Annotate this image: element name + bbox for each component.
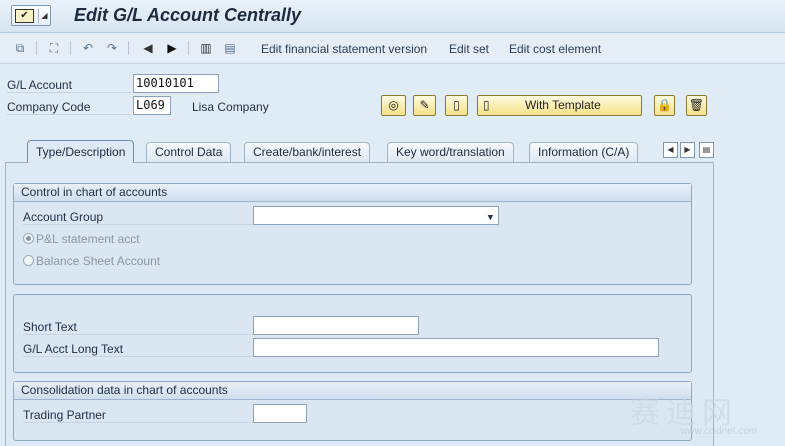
edit-set-button[interactable]: Edit set xyxy=(449,42,489,56)
long-text-field[interactable] xyxy=(253,338,659,357)
dropdown-arrow-icon[interactable]: ◢ xyxy=(38,9,50,23)
with-template-button[interactable]: ▯ With Template xyxy=(477,95,642,116)
radio-unselected-icon xyxy=(23,255,34,266)
long-text-label: G/L Acct Long Text xyxy=(23,342,253,357)
create-button[interactable]: ▯ xyxy=(445,95,468,116)
template-document-icon: ▯ xyxy=(483,98,490,112)
display-button[interactable]: ◎ xyxy=(381,95,406,116)
title-bar: ✔ ◢ Edit G/L Account Centrally xyxy=(0,0,785,33)
block-button[interactable]: 🔒 xyxy=(654,95,675,116)
hierarchy-icon[interactable]: ⛶ xyxy=(46,40,62,56)
company-code-field[interactable]: L069 xyxy=(133,96,171,115)
other-account-icon[interactable]: ⧉ xyxy=(12,40,28,56)
tab-list-icon[interactable]: ▤ xyxy=(699,142,714,158)
radio-balance-sheet[interactable]: Balance Sheet Account xyxy=(23,254,160,268)
command-field-toggle[interactable]: ✔ ◢ xyxy=(11,5,51,26)
tab-information-ca[interactable]: Information (C/A) xyxy=(529,142,639,162)
with-template-label: With Template xyxy=(524,98,601,112)
trading-partner-label: Trading Partner xyxy=(23,408,253,423)
edit-fs-version-button[interactable]: Edit financial statement version xyxy=(261,42,427,56)
watermark-url: www.ccidnet.com xyxy=(680,426,758,437)
tab-create-bank-interest[interactable]: Create/bank/interest xyxy=(244,142,371,162)
next-icon[interactable]: ▶ xyxy=(164,40,180,56)
toolbar-separator xyxy=(128,41,129,55)
tab-scroll-right-icon[interactable]: ▶ xyxy=(680,142,695,158)
previous-icon[interactable]: ◀ xyxy=(140,40,156,56)
account-group-select[interactable]: ▼ xyxy=(253,206,499,225)
delete-button[interactable]: 🗑 xyxy=(686,95,707,116)
application-toolbar: ⧉ ⛶ ↶ ↷ ◀ ▶ ▥ ▤ Edit financial statement… xyxy=(0,34,785,64)
tabstrip: Type/Description Control Data Create/ban… xyxy=(17,140,717,163)
radio-selected-icon xyxy=(23,233,34,244)
short-text-field[interactable] xyxy=(253,316,419,335)
control-group-title: Control in chart of accounts xyxy=(14,184,691,202)
account-group-label: Account Group xyxy=(23,210,253,225)
tab-scroll-left-icon[interactable]: ◀ xyxy=(663,142,678,158)
pencil-icon: ✎ xyxy=(419,98,430,112)
tab-type-description[interactable]: Type/Description xyxy=(27,140,135,163)
lock-icon: 🔒 xyxy=(657,98,672,112)
glasses-icon: ◎ xyxy=(388,98,399,112)
trash-icon: 🗑 xyxy=(688,98,705,112)
toolbar-separator xyxy=(188,41,189,55)
radio-pl-statement[interactable]: P&L statement acct xyxy=(23,232,140,246)
enter-check-icon[interactable]: ✔ xyxy=(15,9,34,23)
chevron-down-icon[interactable]: ▼ xyxy=(488,210,493,227)
short-text-label: Short Text xyxy=(23,320,253,335)
gl-account-field[interactable]: 10010101 xyxy=(133,74,219,93)
company-code-label: Company Code xyxy=(7,100,131,115)
edit-cost-element-button[interactable]: Edit cost element xyxy=(509,42,601,56)
edit-button[interactable]: ✎ xyxy=(413,95,436,116)
gl-account-label: G/L Account xyxy=(7,78,131,93)
undo-icon[interactable]: ↶ xyxy=(80,40,96,56)
document-icon[interactable]: ▤ xyxy=(222,40,238,56)
consolidation-group-title: Consolidation data in chart of accounts xyxy=(14,382,691,400)
redo-icon[interactable]: ↷ xyxy=(104,40,120,56)
toolbar-separator xyxy=(36,41,37,55)
company-name: Lisa Company xyxy=(192,100,269,114)
print-icon[interactable]: ▥ xyxy=(198,40,214,56)
tab-control-data[interactable]: Control Data xyxy=(146,142,232,162)
toolbar-separator xyxy=(70,41,71,55)
trading-partner-field[interactable] xyxy=(253,404,307,423)
new-document-icon: ▯ xyxy=(453,98,460,112)
window-title: Edit G/L Account Centrally xyxy=(74,5,302,25)
tab-keyword-translation[interactable]: Key word/translation xyxy=(387,142,514,162)
